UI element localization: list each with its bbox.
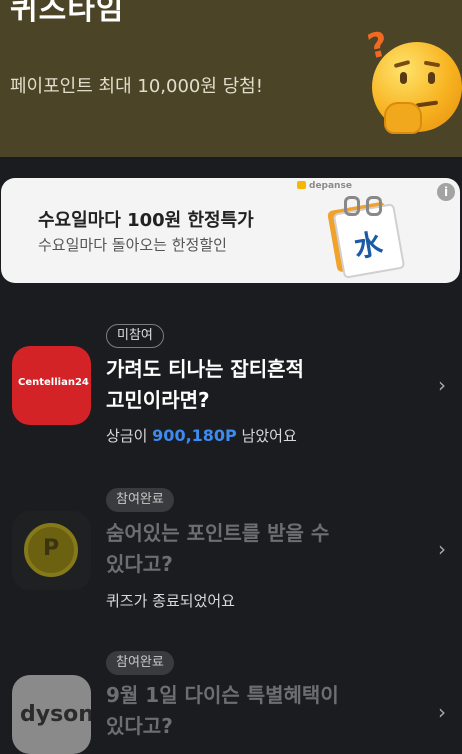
ad-info-icon[interactable]: i — [437, 183, 455, 201]
quiz-title: 9월 1일 다이슨 특별혜택이 있다고? — [106, 683, 339, 738]
status-badge: 미참여 — [106, 324, 164, 348]
status-badge: 참여완료 — [106, 651, 174, 675]
chevron-right-icon[interactable]: › — [438, 373, 446, 397]
point-coin-logo: P — [12, 511, 91, 590]
centellian-logo: Centellian24 — [12, 346, 91, 425]
quiz-banner: 퀴즈타임 페이포인트 최대 10,000원 당첨! ? — [0, 0, 462, 157]
quiz-status-info: 퀴즈가 종료되었어요 — [106, 592, 235, 610]
banner-title: 퀴즈타임 — [10, 0, 125, 27]
quiz-title: 숨어있는 포인트를 받을 수 있다고? — [106, 521, 330, 576]
prize-amount: 900,180P — [152, 426, 237, 445]
banner-subtitle: 페이포인트 최대 10,000원 당첨! — [10, 76, 263, 97]
quiz-title: 가려도 티나는 잡티흔적 고민이라면? — [106, 357, 304, 412]
chevron-right-icon[interactable]: › — [438, 537, 446, 561]
calendar-icon: 水 — [326, 196, 406, 279]
ad-title: 수요일마다 100원 한정특가 — [38, 210, 254, 231]
ad-subtitle: 수요일마다 돌아오는 한정할인 — [38, 236, 227, 254]
quiz-prize-info: 상금이 900,180P 남았어요 — [106, 426, 297, 445]
status-badge: 참여완료 — [106, 488, 174, 512]
dyson-logo: dyson — [12, 675, 91, 754]
chevron-right-icon[interactable]: › — [438, 700, 446, 724]
ad-brand-logo: depanse — [297, 181, 352, 191]
thinking-face-icon — [372, 42, 462, 134]
